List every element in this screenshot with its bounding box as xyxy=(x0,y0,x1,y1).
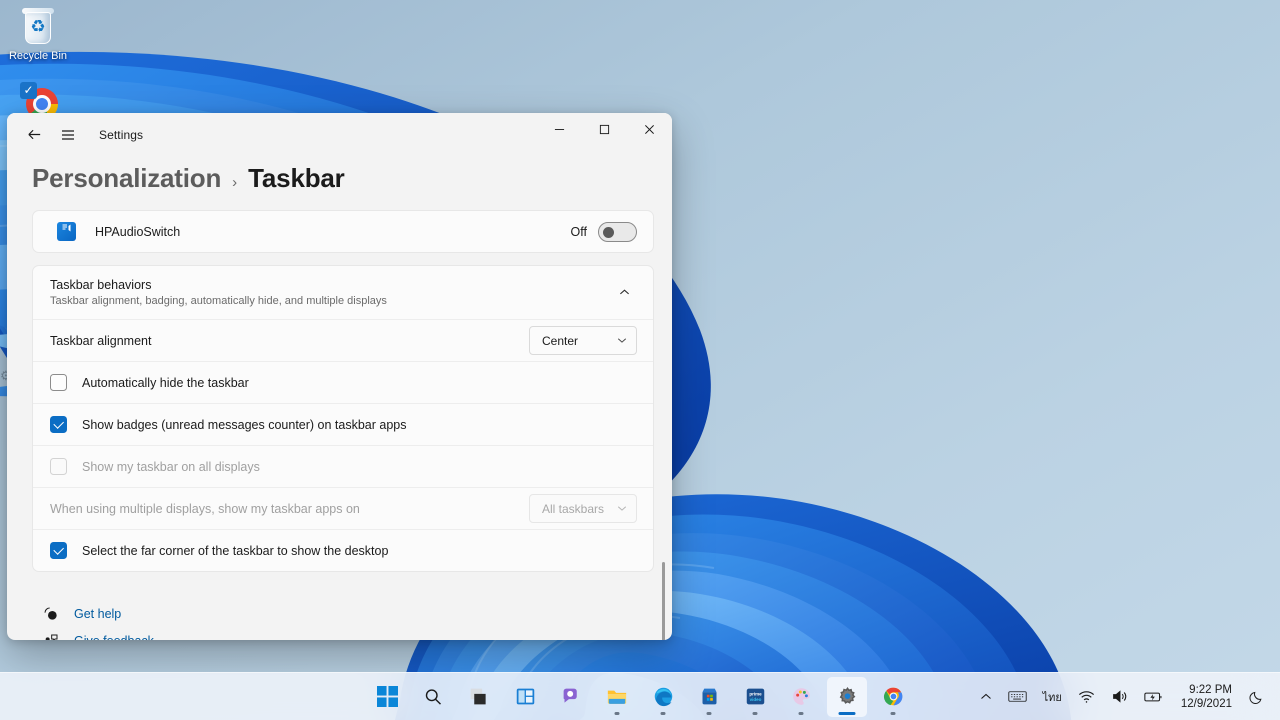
far-corner-show-desktop-checkbox[interactable] xyxy=(50,542,67,559)
settings-window: Settings Personalization › Taskbar HPAud… xyxy=(7,113,672,640)
language-indicator[interactable]: ไทย xyxy=(1036,680,1069,714)
multiple-displays-apps-value: All taskbars xyxy=(542,501,605,516)
system-tray: ไทย 9:22 PM 12/9/2021 xyxy=(973,680,1272,714)
get-help-label: Get help xyxy=(74,606,122,621)
recycle-bin-icon: ♻ xyxy=(18,6,58,46)
get-help-link[interactable]: ? Get help xyxy=(42,600,654,627)
settings-button[interactable] xyxy=(827,676,867,717)
taskbar-behaviors-expander-header[interactable]: Taskbar behaviors Taskbar alignment, bad… xyxy=(33,266,653,319)
help-links: ? Get help Give feedback xyxy=(32,584,654,640)
auto-hide-taskbar-checkbox[interactable] xyxy=(50,374,67,391)
taskbar: prime video ไทย 9:22 PM 12/9/2021 xyxy=(0,672,1280,720)
clock-time: 9:22 PM xyxy=(1189,683,1232,696)
touch-keyboard-icon[interactable] xyxy=(1001,680,1034,714)
auto-hide-taskbar-label: Automatically hide the taskbar xyxy=(82,375,249,390)
close-button[interactable] xyxy=(627,113,672,146)
taskbar-alignment-row: Taskbar alignment Center xyxy=(33,319,653,361)
hpaudioswitch-toggle-state: Off xyxy=(570,224,587,239)
desktop-icon-label: Recycle Bin xyxy=(8,50,68,62)
maximize-button[interactable] xyxy=(582,113,627,146)
microsoft-edge-button[interactable] xyxy=(643,677,683,717)
window-title: Settings xyxy=(99,127,144,142)
desktop: ♻ Recycle Bin ✓ ⚙ Settings Personalizati… xyxy=(0,0,1280,720)
far-corner-show-desktop-label: Select the far corner of the taskbar to … xyxy=(82,543,389,558)
start-button[interactable] xyxy=(367,677,407,717)
clock-and-date[interactable]: 9:22 PM 12/9/2021 xyxy=(1172,680,1240,714)
show-badges-label: Show badges (unread messages counter) on… xyxy=(82,417,407,432)
expander-subtitle: Taskbar alignment, badging, automaticall… xyxy=(50,294,387,307)
page-title: Taskbar xyxy=(248,163,345,193)
hpaudioswitch-row[interactable]: HPAudioSwitch Off xyxy=(33,211,653,252)
show-badges-checkbox[interactable] xyxy=(50,416,67,433)
multiple-displays-apps-dropdown: All taskbars xyxy=(529,494,637,523)
breadcrumb: Personalization › Taskbar xyxy=(7,156,672,210)
microsoft-store-button[interactable] xyxy=(689,677,729,717)
breadcrumb-parent-link[interactable]: Personalization xyxy=(32,163,221,194)
language-label: ไทย xyxy=(1042,691,1062,704)
show-taskbar-all-displays-checkbox xyxy=(50,458,67,475)
svg-text:video: video xyxy=(749,697,761,702)
far-corner-show-desktop-row[interactable]: Select the far corner of the taskbar to … xyxy=(33,529,653,571)
show-taskbar-all-displays-label: Show my taskbar on all displays xyxy=(82,459,260,474)
svg-text:prime: prime xyxy=(749,692,762,697)
search-button[interactable] xyxy=(413,677,453,717)
content-scrollbar[interactable] xyxy=(662,562,665,640)
hamburger-menu-icon[interactable] xyxy=(51,120,85,150)
prime-video-button[interactable]: prime video xyxy=(735,677,775,717)
taskbar-alignment-value: Center xyxy=(542,333,579,348)
show-taskbar-all-displays-row: Show my taskbar on all displays xyxy=(33,445,653,487)
taskbar-alignment-label: Taskbar alignment xyxy=(50,333,152,348)
tray-overflow-chevron-icon[interactable] xyxy=(973,680,999,714)
google-chrome-button[interactable] xyxy=(873,677,913,717)
expander-title: Taskbar behaviors xyxy=(50,277,152,292)
chevron-down-icon xyxy=(617,503,627,515)
taskbar-behaviors-card: Taskbar behaviors Taskbar alignment, bad… xyxy=(32,265,654,572)
multiple-displays-apps-label: When using multiple displays, show my ta… xyxy=(50,501,360,516)
multiple-displays-apps-row: When using multiple displays, show my ta… xyxy=(33,487,653,529)
hp-audio-switch-icon xyxy=(57,222,76,241)
minimize-button[interactable] xyxy=(537,113,582,146)
shortcut-check-badge-icon: ✓ xyxy=(20,82,37,99)
task-view-button[interactable] xyxy=(459,677,499,717)
give-feedback-label: Give feedback xyxy=(74,634,154,641)
chevron-down-icon xyxy=(617,335,627,347)
desktop-icon-recycle-bin[interactable]: ♻ Recycle Bin xyxy=(0,6,76,63)
auto-hide-taskbar-row[interactable]: Automatically hide the taskbar xyxy=(33,361,653,403)
window-title-bar: Settings xyxy=(7,113,672,156)
wifi-icon[interactable] xyxy=(1071,680,1102,714)
window-controls xyxy=(537,113,672,156)
chat-teams-button[interactable] xyxy=(551,677,591,717)
give-feedback-link[interactable]: Give feedback xyxy=(42,627,654,640)
breadcrumb-separator-icon: › xyxy=(232,174,238,191)
hpaudioswitch-toggle[interactable] xyxy=(598,221,637,242)
clock-date: 12/9/2021 xyxy=(1180,697,1232,710)
file-explorer-button[interactable] xyxy=(597,677,637,717)
taskbar-pinned-apps: prime video xyxy=(367,676,913,717)
show-badges-row[interactable]: Show badges (unread messages counter) on… xyxy=(33,403,653,445)
taskbar-app-card: HPAudioSwitch Off xyxy=(32,210,654,253)
battery-charging-icon[interactable] xyxy=(1137,680,1170,714)
help-question-icon: ? xyxy=(42,605,60,623)
feedback-person-icon xyxy=(42,632,60,640)
volume-icon[interactable] xyxy=(1104,680,1135,714)
do-not-disturb-moon-icon[interactable] xyxy=(1242,680,1272,714)
taskbar-alignment-dropdown[interactable]: Center xyxy=(529,326,637,355)
widgets-button[interactable] xyxy=(505,677,545,717)
settings-content-scroll-area[interactable]: HPAudioSwitch Off Taskbar behaviors Task… xyxy=(7,210,672,640)
paint-button[interactable] xyxy=(781,677,821,717)
back-arrow-icon[interactable] xyxy=(17,120,51,150)
hpaudioswitch-label: HPAudioSwitch xyxy=(95,224,181,239)
chevron-up-icon[interactable] xyxy=(611,279,637,305)
